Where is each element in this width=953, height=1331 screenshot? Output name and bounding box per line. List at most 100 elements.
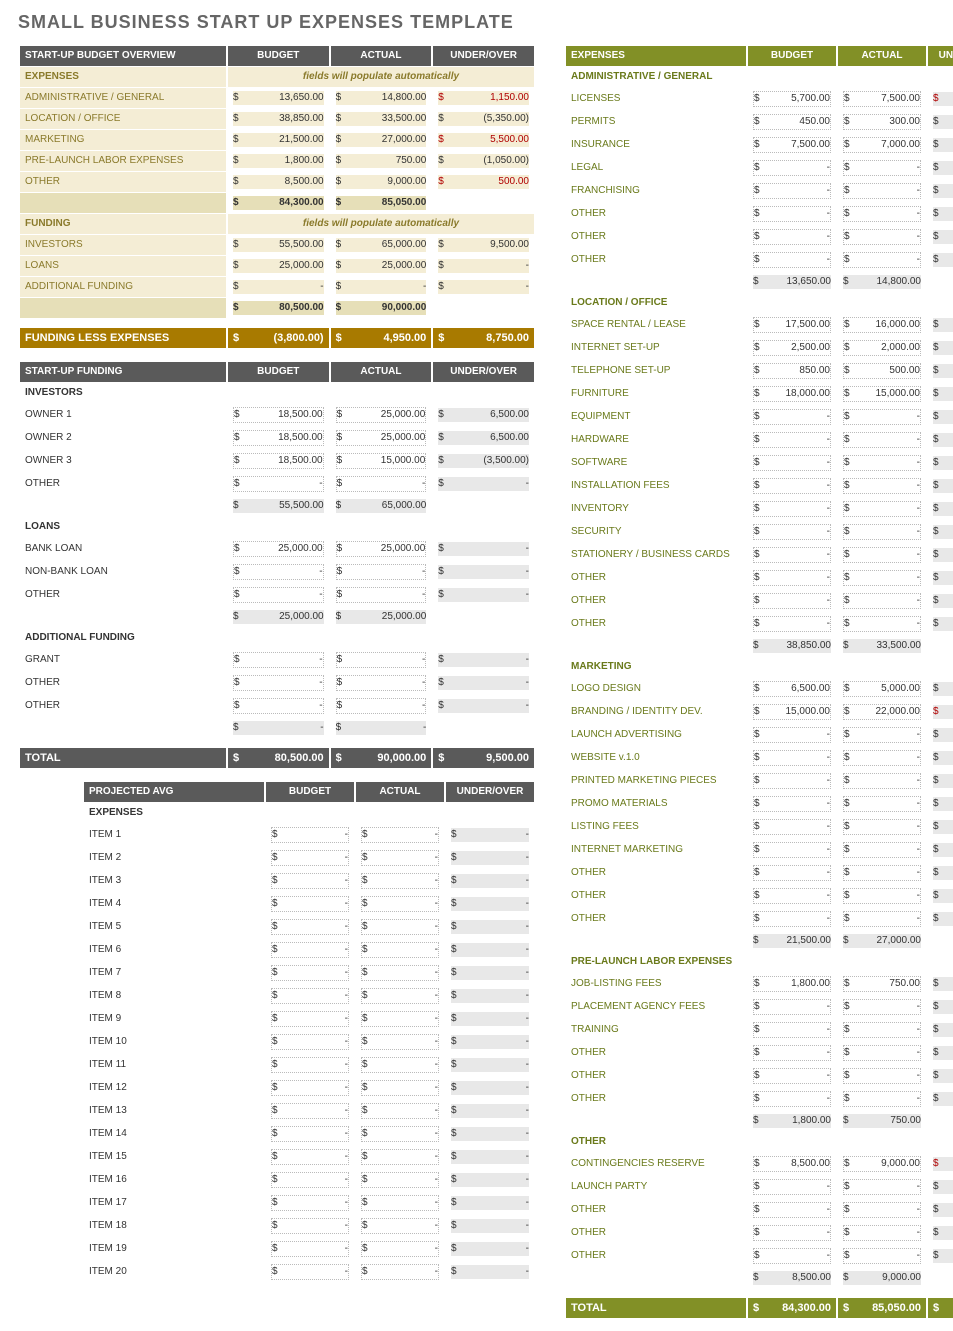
actual-input[interactable]: $- — [838, 203, 926, 225]
actual-input[interactable]: $300.00 — [838, 111, 926, 133]
budget-input[interactable]: $- — [266, 847, 354, 869]
budget-input[interactable]: $- — [266, 916, 354, 938]
budget-input[interactable]: $- — [748, 1199, 836, 1221]
budget-input[interactable]: $- — [748, 1222, 836, 1244]
budget-input[interactable]: $- — [748, 770, 836, 792]
budget-input[interactable]: $- — [748, 1065, 836, 1087]
actual-input[interactable]: $- — [838, 498, 926, 520]
actual-input[interactable]: $- — [356, 824, 444, 846]
budget-input[interactable]: $- — [228, 649, 329, 671]
actual-input[interactable]: $- — [838, 816, 926, 838]
budget-input[interactable]: $- — [266, 1123, 354, 1145]
budget-input[interactable]: $- — [748, 996, 836, 1018]
budget-input[interactable]: $- — [266, 1031, 354, 1053]
budget-input[interactable]: $- — [266, 962, 354, 984]
actual-input[interactable]: $- — [838, 475, 926, 497]
actual-input[interactable]: $- — [838, 429, 926, 451]
actual-input[interactable]: $- — [838, 1222, 926, 1244]
actual-input[interactable]: $- — [331, 695, 432, 717]
actual-input[interactable]: $- — [356, 1054, 444, 1076]
actual-input[interactable]: $- — [838, 249, 926, 271]
actual-input[interactable]: $- — [838, 1042, 926, 1064]
budget-input[interactable]: $- — [748, 908, 836, 930]
actual-input[interactable]: $- — [356, 962, 444, 984]
actual-input[interactable]: $- — [838, 1245, 926, 1267]
actual-input[interactable]: $- — [356, 1008, 444, 1030]
actual-input[interactable]: $- — [331, 584, 432, 606]
budget-input[interactable]: $- — [748, 452, 836, 474]
actual-input[interactable]: $7,500.00 — [838, 88, 926, 110]
budget-input[interactable]: $- — [748, 429, 836, 451]
budget-input[interactable]: $- — [266, 1054, 354, 1076]
actual-input[interactable]: $5,000.00 — [838, 678, 926, 700]
budget-input[interactable]: $- — [266, 1146, 354, 1168]
actual-input[interactable]: $- — [838, 747, 926, 769]
budget-input[interactable]: $1,800.00 — [748, 973, 836, 995]
budget-input[interactable]: $- — [266, 893, 354, 915]
budget-input[interactable]: $- — [266, 1215, 354, 1237]
budget-input[interactable]: $- — [748, 1245, 836, 1267]
actual-input[interactable]: $- — [356, 916, 444, 938]
actual-input[interactable]: $- — [838, 180, 926, 202]
budget-input[interactable]: $- — [748, 203, 836, 225]
actual-input[interactable]: $25,000.00 — [331, 404, 432, 426]
budget-input[interactable]: $- — [748, 747, 836, 769]
budget-input[interactable]: $- — [748, 226, 836, 248]
actual-input[interactable]: $- — [838, 590, 926, 612]
actual-input[interactable]: $25,000.00 — [331, 427, 432, 449]
budget-input[interactable]: $- — [748, 613, 836, 635]
budget-input[interactable]: $- — [748, 1176, 836, 1198]
actual-input[interactable]: $- — [356, 893, 444, 915]
budget-input[interactable]: $- — [748, 475, 836, 497]
budget-input[interactable]: $- — [748, 816, 836, 838]
actual-input[interactable]: $22,000.00 — [838, 701, 926, 723]
budget-input[interactable]: $- — [266, 1238, 354, 1260]
budget-input[interactable]: $- — [748, 862, 836, 884]
budget-input[interactable]: $- — [748, 885, 836, 907]
actual-input[interactable]: $- — [838, 1019, 926, 1041]
budget-input[interactable]: $- — [748, 1019, 836, 1041]
budget-input[interactable]: $- — [748, 180, 836, 202]
actual-input[interactable]: $- — [356, 1123, 444, 1145]
budget-input[interactable]: $- — [228, 473, 329, 495]
actual-input[interactable]: $- — [331, 649, 432, 671]
actual-input[interactable]: $- — [838, 996, 926, 1018]
actual-input[interactable]: $- — [356, 1100, 444, 1122]
budget-input[interactable]: $8,500.00 — [748, 1153, 836, 1175]
budget-input[interactable]: $2,500.00 — [748, 337, 836, 359]
actual-input[interactable]: $- — [356, 939, 444, 961]
actual-input[interactable]: $7,000.00 — [838, 134, 926, 156]
actual-input[interactable]: $- — [838, 1176, 926, 1198]
actual-input[interactable]: $- — [838, 724, 926, 746]
actual-input[interactable]: $- — [838, 885, 926, 907]
actual-input[interactable]: $- — [838, 908, 926, 930]
actual-input[interactable]: $9,000.00 — [838, 1153, 926, 1175]
budget-input[interactable]: $18,000.00 — [748, 383, 836, 405]
actual-input[interactable]: $25,000.00 — [331, 538, 432, 560]
budget-input[interactable]: $- — [748, 157, 836, 179]
budget-input[interactable]: $- — [748, 249, 836, 271]
budget-input[interactable]: $18,500.00 — [228, 450, 329, 472]
actual-input[interactable]: $- — [838, 1065, 926, 1087]
actual-input[interactable]: $15,000.00 — [331, 450, 432, 472]
actual-input[interactable]: $15,000.00 — [838, 383, 926, 405]
budget-input[interactable]: $- — [228, 672, 329, 694]
actual-input[interactable]: $- — [838, 544, 926, 566]
budget-input[interactable]: $- — [748, 567, 836, 589]
actual-input[interactable]: $- — [356, 1146, 444, 1168]
actual-input[interactable]: $750.00 — [838, 973, 926, 995]
budget-input[interactable]: $- — [748, 544, 836, 566]
budget-input[interactable]: $7,500.00 — [748, 134, 836, 156]
actual-input[interactable]: $- — [838, 567, 926, 589]
actual-input[interactable]: $- — [356, 1238, 444, 1260]
budget-input[interactable]: $- — [748, 1042, 836, 1064]
actual-input[interactable]: $- — [356, 1031, 444, 1053]
actual-input[interactable]: $- — [838, 226, 926, 248]
budget-input[interactable]: $- — [266, 985, 354, 1007]
budget-input[interactable]: $15,000.00 — [748, 701, 836, 723]
budget-input[interactable]: $17,500.00 — [748, 314, 836, 336]
budget-input[interactable]: $- — [266, 870, 354, 892]
actual-input[interactable]: $- — [331, 561, 432, 583]
budget-input[interactable]: $- — [266, 1100, 354, 1122]
budget-input[interactable]: $5,700.00 — [748, 88, 836, 110]
